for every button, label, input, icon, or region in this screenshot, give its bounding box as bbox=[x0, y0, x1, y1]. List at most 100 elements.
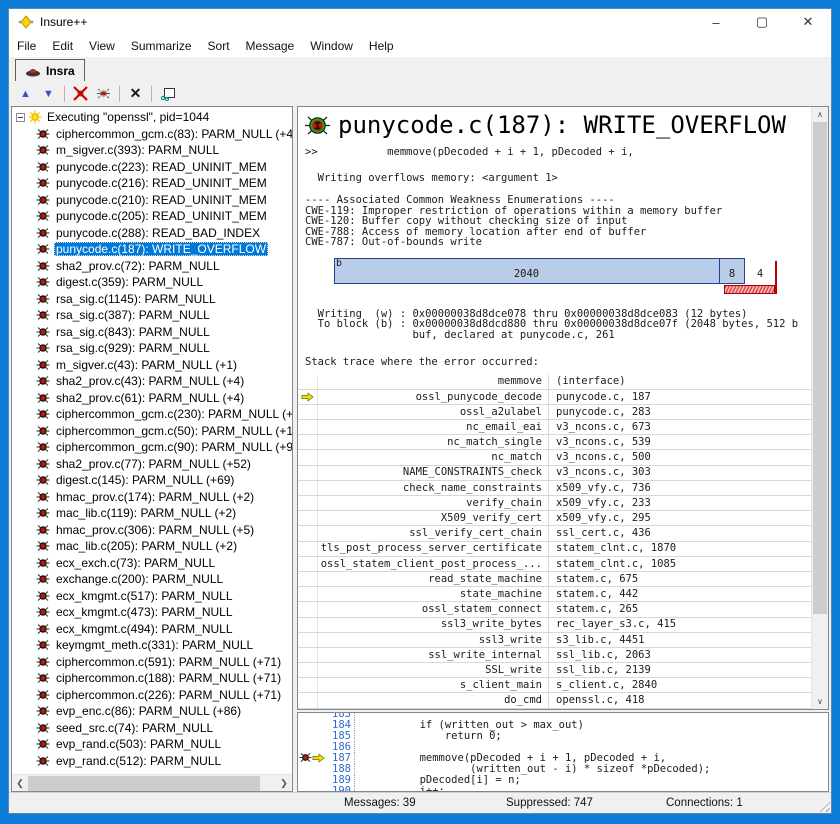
stack-frame-row[interactable]: ssl3_write s3_lib.c, 4451 bbox=[298, 633, 811, 648]
tree-item-label: hmac_prov.c(174): PARM_NULL (+2) bbox=[54, 490, 256, 504]
menu-item[interactable]: Sort bbox=[200, 35, 238, 57]
tree-message-item[interactable]: ciphercommon.c(591): PARM_NULL (+71) bbox=[12, 654, 292, 671]
minimize-button[interactable]: – bbox=[693, 9, 739, 35]
tree-message-item[interactable]: punycode.c(216): READ_UNINIT_MEM bbox=[12, 175, 292, 192]
tree-message-item[interactable]: rsa_sig.c(387): PARM_NULL bbox=[12, 307, 292, 324]
stack-frame-row[interactable]: check_name_constraints x509_vfy.c, 736 bbox=[298, 481, 811, 496]
tree-message-item[interactable]: rsa_sig.c(929): PARM_NULL bbox=[12, 340, 292, 357]
previous-message-button[interactable]: ▲ bbox=[14, 83, 37, 104]
stack-frame-row[interactable]: memmove (interface) bbox=[298, 375, 811, 390]
tree-message-item[interactable]: seed_src.c(74): PARM_NULL bbox=[12, 720, 292, 737]
tree-item-label: exchange.c(200): PARM_NULL bbox=[54, 572, 225, 586]
tree-message-item[interactable]: ciphercommon.c(226): PARM_NULL (+71) bbox=[12, 687, 292, 704]
tree-message-item[interactable]: digest.c(145): PARM_NULL (+69) bbox=[12, 472, 292, 489]
tree-message-item[interactable]: punycode.c(223): READ_UNINIT_MEM bbox=[12, 159, 292, 176]
edit-source-button[interactable] bbox=[156, 83, 179, 104]
bug-icon bbox=[36, 639, 50, 651]
tree-message-item[interactable]: punycode.c(187): WRITE_OVERFLOW bbox=[12, 241, 292, 258]
tree-message-item[interactable]: ciphercommon.c(188): PARM_NULL (+71) bbox=[12, 670, 292, 687]
tree-message-item[interactable]: mac_lib.c(205): PARM_NULL (+2) bbox=[12, 538, 292, 555]
stack-frame-row[interactable]: ossl_punycode_decode punycode.c, 187 bbox=[298, 390, 811, 405]
tree-message-item[interactable]: punycode.c(205): READ_UNINIT_MEM bbox=[12, 208, 292, 225]
stack-frame-row[interactable]: nc_match_single v3_ncons.c, 539 bbox=[298, 435, 811, 450]
stack-frame-row[interactable]: state_machine statem.c, 442 bbox=[298, 587, 811, 602]
menu-item[interactable]: Edit bbox=[44, 35, 81, 57]
tree-message-item[interactable]: sha2_prov.c(77): PARM_NULL (+52) bbox=[12, 456, 292, 473]
tree-item-label: punycode.c(210): READ_UNINIT_MEM bbox=[54, 193, 269, 207]
stack-frame-row[interactable]: X509_verify_cert x509_vfy.c, 295 bbox=[298, 511, 811, 526]
stack-frame-row[interactable]: ssl_write_internal ssl_lib.c, 2063 bbox=[298, 648, 811, 663]
stack-function: s_client_main bbox=[318, 678, 549, 692]
tree-message-item[interactable]: evp_enc.c(86): PARM_NULL (+86) bbox=[12, 703, 292, 720]
tab-insra[interactable]: Insra bbox=[15, 59, 85, 81]
tree-message-item[interactable]: digest.c(359): PARM_NULL bbox=[12, 274, 292, 291]
stack-frame-row[interactable]: ssl_verify_cert_chain ssl_cert.c, 436 bbox=[298, 526, 811, 541]
tree-message-item[interactable]: ciphercommon_gcm.c(50): PARM_NULL (+14) bbox=[12, 423, 292, 440]
collapse-icon[interactable] bbox=[16, 113, 25, 122]
tree-message-item[interactable]: sha2_prov.c(43): PARM_NULL (+4) bbox=[12, 373, 292, 390]
stack-frame-row[interactable]: ossl_statem_connect statem.c, 265 bbox=[298, 602, 811, 617]
toolbar-separator bbox=[64, 86, 65, 102]
stack-function: ossl_statem_connect bbox=[318, 602, 549, 616]
scroll-down-icon[interactable]: ∨ bbox=[812, 694, 828, 709]
tree-message-item[interactable]: ecx_kmgmt.c(473): PARM_NULL bbox=[12, 604, 292, 621]
menu-item[interactable]: View bbox=[81, 35, 123, 57]
tree-message-item[interactable]: ciphercommon_gcm.c(230): PARM_NULL (+14 bbox=[12, 406, 292, 423]
menu-item[interactable]: Help bbox=[361, 35, 402, 57]
stack-frame-row[interactable]: tls_post_process_server_certificate stat… bbox=[298, 542, 811, 557]
maximize-button[interactable]: ▢ bbox=[739, 9, 785, 35]
tree-message-item[interactable]: sha2_prov.c(61): PARM_NULL (+4) bbox=[12, 390, 292, 407]
stack-frame-row[interactable]: ossl_statem_client_post_process_... stat… bbox=[298, 557, 811, 572]
menu-item[interactable]: File bbox=[9, 35, 44, 57]
stack-frame-row[interactable]: NAME_CONSTRAINTS_check v3_ncons.c, 303 bbox=[298, 466, 811, 481]
delete-button[interactable]: ✕ bbox=[124, 83, 147, 104]
tree-message-item[interactable]: ecx_kmgmt.c(494): PARM_NULL bbox=[12, 621, 292, 638]
tree-message-item[interactable]: rsa_sig.c(1145): PARM_NULL bbox=[12, 291, 292, 308]
next-message-button[interactable]: ▼ bbox=[37, 83, 60, 104]
tree-message-item[interactable]: ciphercommon_gcm.c(90): PARM_NULL (+9) bbox=[12, 439, 292, 456]
stack-frame-row[interactable]: do_cmd openssl.c, 418 bbox=[298, 693, 811, 708]
menu-item[interactable]: Message bbox=[238, 35, 303, 57]
tree-message-item[interactable]: evp_rand.c(512): PARM_NULL bbox=[12, 753, 292, 770]
tree-message-item[interactable]: punycode.c(288): READ_BAD_INDEX bbox=[12, 225, 292, 242]
detail-vertical-scrollbar[interactable]: ∧ ∨ bbox=[811, 107, 828, 709]
kill-message-button[interactable] bbox=[69, 83, 92, 104]
stack-frame-row[interactable]: nc_match v3_ncons.c, 500 bbox=[298, 450, 811, 465]
resize-grip[interactable] bbox=[817, 799, 830, 812]
suppress-message-button[interactable] bbox=[92, 83, 115, 104]
tree-message-item[interactable]: rsa_sig.c(843): PARM_NULL bbox=[12, 324, 292, 341]
tree-message-item[interactable]: punycode.c(210): READ_UNINIT_MEM bbox=[12, 192, 292, 209]
stack-frame-row[interactable]: nc_email_eai v3_ncons.c, 673 bbox=[298, 420, 811, 435]
scroll-right-icon[interactable]: ❯ bbox=[276, 778, 292, 789]
menu-item[interactable]: Window bbox=[302, 35, 361, 57]
stack-frame-row[interactable]: read_state_machine statem.c, 675 bbox=[298, 572, 811, 587]
tree-message-item[interactable]: hmac_prov.c(174): PARM_NULL (+2) bbox=[12, 489, 292, 506]
code-line: 189 pDecoded[i] = n; bbox=[298, 774, 828, 785]
close-button[interactable]: ✕ bbox=[785, 9, 831, 35]
stack-frame-row[interactable]: s_client_main s_client.c, 2840 bbox=[298, 678, 811, 693]
tree-message-item[interactable]: evp_rand.c(503): PARM_NULL bbox=[12, 736, 292, 753]
tree-message-item[interactable]: ecx_exch.c(73): PARM_NULL bbox=[12, 555, 292, 572]
scrollbar-thumb[interactable] bbox=[813, 122, 827, 614]
tree-item-label: m_sigver.c(393): PARM_NULL bbox=[54, 143, 221, 157]
menu-item[interactable]: Summarize bbox=[123, 35, 200, 57]
scroll-left-icon[interactable]: ❮ bbox=[12, 778, 28, 789]
stack-frame-row[interactable]: verify_chain x509_vfy.c, 233 bbox=[298, 496, 811, 511]
tree-message-item[interactable]: ciphercommon_gcm.c(83): PARM_NULL (+4) bbox=[12, 126, 292, 143]
stack-frame-row[interactable]: ossl_a2ulabel punycode.c, 283 bbox=[298, 405, 811, 420]
tree-root-process[interactable]: Executing "openssl", pid=1044 bbox=[12, 109, 292, 126]
tree-message-item[interactable]: exchange.c(200): PARM_NULL bbox=[12, 571, 292, 588]
scrollbar-thumb[interactable] bbox=[28, 776, 260, 791]
tree-message-item[interactable]: sha2_prov.c(72): PARM_NULL bbox=[12, 258, 292, 275]
stack-frame-row[interactable]: ssl3_write_bytes rec_layer_s3.c, 415 bbox=[298, 618, 811, 633]
tree-message-item[interactable]: m_sigver.c(43): PARM_NULL (+1) bbox=[12, 357, 292, 374]
stack-frame-row[interactable]: SSL_write ssl_lib.c, 2139 bbox=[298, 663, 811, 678]
tree-message-item[interactable]: hmac_prov.c(306): PARM_NULL (+5) bbox=[12, 522, 292, 539]
tree-message-item[interactable]: m_sigver.c(393): PARM_NULL bbox=[12, 142, 292, 159]
tree-message-item[interactable]: ecx_kmgmt.c(517): PARM_NULL bbox=[12, 588, 292, 605]
tree-horizontal-scrollbar[interactable]: ❮ ❯ bbox=[12, 774, 292, 791]
tree-message-item[interactable]: mac_lib.c(119): PARM_NULL (+2) bbox=[12, 505, 292, 522]
scroll-up-icon[interactable]: ∧ bbox=[812, 107, 828, 122]
block-tail-size: 8 bbox=[719, 269, 745, 280]
tree-message-item[interactable]: keymgmt_meth.c(331): PARM_NULL bbox=[12, 637, 292, 654]
